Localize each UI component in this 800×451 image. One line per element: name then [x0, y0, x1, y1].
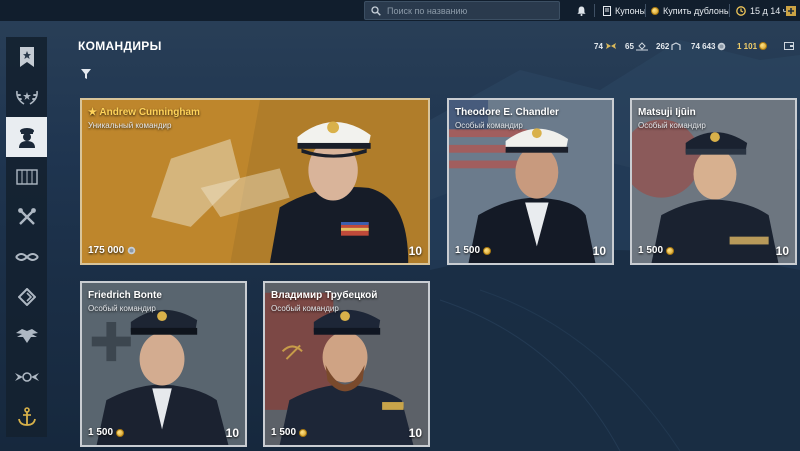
doubloon-icon: [759, 42, 768, 50]
commander-price: 1 500: [88, 427, 125, 438]
coupon-icon: [603, 5, 611, 16]
stat-ships: 74: [594, 39, 617, 53]
page-title: КОМАНДИРЫ: [78, 39, 162, 53]
stat-credits-value: 74 643: [691, 41, 716, 51]
commander-name: Matsuji Ijūin: [638, 107, 696, 118]
stat-camo-value: 262: [656, 41, 670, 51]
commander-icon: [18, 128, 35, 148]
plus-icon: [786, 5, 796, 16]
sidebar-item-containers[interactable]: [6, 157, 47, 197]
rope-icon: [14, 253, 39, 261]
price-value: 175 000: [88, 245, 125, 256]
filter-icon[interactable]: [80, 68, 92, 80]
sidebar-item-eagle[interactable]: [6, 317, 47, 357]
commander-price: 1 500: [638, 245, 675, 256]
commander-name: Friedrich Bonte: [88, 290, 162, 301]
commander-price: 1 500: [455, 245, 492, 256]
commander-subtitle: Особый командир: [88, 304, 156, 313]
price-value: 1 500: [271, 427, 297, 438]
sidebar-item-signals[interactable]: [6, 237, 47, 277]
doubloon-icon: [666, 246, 675, 255]
stat-commanders: 65: [625, 39, 648, 53]
sidebar-item-commanders[interactable]: [6, 117, 47, 157]
commander-subtitle: Особый командир: [271, 304, 339, 313]
winged-emblem-icon: [14, 372, 39, 382]
search-box[interactable]: [364, 1, 560, 20]
commander-card-bonte[interactable]: Friedrich Bonte Особый командир 1 500 10: [80, 281, 247, 447]
sidebar-item-flag[interactable]: [6, 37, 47, 77]
commander-subtitle: Особый командир: [638, 121, 706, 130]
commander-level: 10: [408, 426, 422, 440]
doubloon-icon: [116, 428, 125, 437]
premium-time-label: 15 д 14 ч: [750, 5, 788, 16]
camo-icon: [671, 41, 681, 51]
premium-time-button[interactable]: 15 д 14 ч: [736, 3, 787, 18]
divider: [594, 4, 595, 17]
bell-icon: [577, 6, 586, 16]
add-premium-button[interactable]: [786, 3, 800, 18]
stat-doubloons-value: 1 101: [737, 41, 758, 51]
wallet-button[interactable]: [784, 39, 794, 53]
commander-level: 10: [775, 244, 789, 258]
stat-credits: 74 643: [691, 39, 726, 53]
commander-price: 175 000: [88, 245, 136, 256]
stat-doubloons: 1 101: [737, 39, 768, 53]
notifications-button[interactable]: [577, 3, 590, 18]
commander-card-trubetskoy[interactable]: Владимир Трубецкой Особый командир 1 500…: [263, 281, 430, 447]
commander-level: 10: [592, 244, 606, 258]
commander-name: Theodore E. Chandler: [455, 107, 559, 118]
anchor-icon: [17, 407, 36, 426]
divider: [729, 4, 730, 17]
buy-doubloons-label: Купить дублоны: [663, 5, 731, 16]
price-value: 1 500: [455, 245, 481, 256]
premium-clock-icon: [736, 5, 746, 16]
doubloon-icon: [483, 246, 492, 255]
commander-name: ★ Andrew Cunningham: [88, 107, 200, 118]
commander-card-ijuin[interactable]: Matsuji Ijūin Особый командир 1 500 10: [630, 98, 797, 265]
wrench-icon: [17, 208, 36, 225]
buy-doubloons-button[interactable]: Купить дублоны: [651, 3, 730, 18]
diamond-icon: [17, 288, 36, 306]
credits-icon: [127, 246, 136, 255]
price-value: 1 500: [638, 245, 664, 256]
sidebar: [6, 37, 47, 437]
stat-camo: 262: [656, 39, 681, 53]
commander-subtitle: Уникальный командир: [88, 121, 172, 130]
doubloon-icon: [651, 6, 659, 15]
doubloon-icon: [299, 428, 308, 437]
sidebar-item-laurel[interactable]: [6, 77, 47, 117]
credits-icon: [717, 42, 726, 51]
stat-ships-value: 74: [594, 41, 603, 51]
commander-level: 10: [225, 426, 239, 440]
search-input[interactable]: [387, 5, 547, 16]
top-bar: Купоны Купить дублоны 15 д 14 ч: [0, 0, 800, 21]
commander-card-cunningham[interactable]: ★ Andrew Cunningham Уникальный командир …: [80, 98, 430, 265]
stat-commanders-value: 65: [625, 41, 634, 51]
sidebar-item-tools[interactable]: [6, 197, 47, 237]
commander-name: Владимир Трубецкой: [271, 290, 378, 301]
sidebar-item-emblem[interactable]: [6, 357, 47, 397]
search-icon: [371, 5, 381, 16]
commander-price: 1 500: [271, 427, 308, 438]
commander-level: 10: [408, 244, 422, 258]
price-value: 1 500: [88, 427, 114, 438]
crate-icon: [15, 169, 38, 185]
eagle-icon: [15, 329, 38, 343]
commander-card-chandler[interactable]: Theodore E. Chandler Особый командир 1 5…: [447, 98, 614, 265]
sidebar-item-camouflage[interactable]: [6, 277, 47, 317]
divider: [645, 4, 646, 17]
sidebar-item-anchor[interactable]: [6, 397, 47, 437]
wings-icon: [605, 42, 617, 50]
flag-icon: [19, 47, 34, 67]
laurel-icon: [15, 90, 38, 105]
crew-icon: [635, 41, 648, 51]
coupons-label: Купоны: [615, 5, 647, 16]
commander-subtitle: Особый командир: [455, 121, 523, 130]
coupons-button[interactable]: Купоны: [603, 3, 646, 18]
wallet-icon: [784, 41, 794, 52]
